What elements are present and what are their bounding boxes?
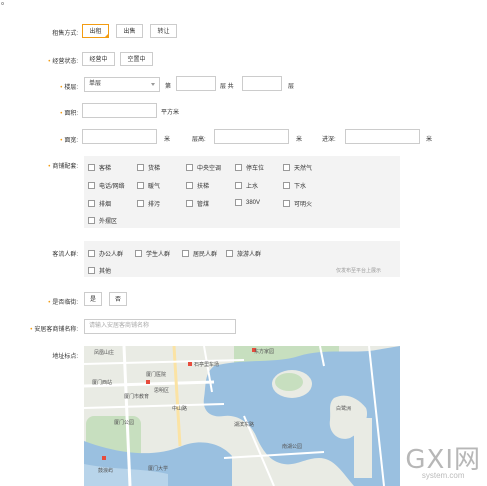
business-status-label: • 经营状态: bbox=[48, 59, 78, 65]
chevron-down-icon bbox=[151, 83, 155, 86]
customer-checkbox[interactable]: 旅游人群 bbox=[226, 249, 261, 258]
customers-hint: 仅发布至平台上展示 bbox=[336, 268, 382, 274]
facility-checkbox[interactable]: 暖气 bbox=[137, 181, 160, 190]
area-input[interactable] bbox=[82, 103, 157, 118]
map-label: 湖滨东路 bbox=[234, 421, 254, 428]
map-label: 思明区 bbox=[154, 388, 169, 394]
facility-checkbox[interactable]: 天然气 bbox=[283, 163, 312, 172]
status-vacant-button[interactable]: 空置中 bbox=[120, 52, 153, 66]
height-label: 层高: bbox=[192, 137, 206, 143]
shop-name-input[interactable]: 请输入安居客商铺名称 bbox=[84, 319, 236, 334]
map-label: 南湖公园 bbox=[282, 443, 302, 450]
floor-type-select[interactable]: 单层 bbox=[84, 77, 160, 92]
status-open-button[interactable]: 经营中 bbox=[82, 52, 115, 66]
street-label: • 是否临街: bbox=[48, 300, 78, 306]
facility-checkbox[interactable]: 中央空调 bbox=[186, 163, 221, 172]
depth-unit: 米 bbox=[426, 137, 433, 143]
map-label: 石亭里车场 bbox=[194, 361, 219, 368]
map-canvas[interactable]: 东方家园 石亭里车场 厦门西站 厦门医院 凤凰山庄 厦门市教育 思明区 厦门公园… bbox=[84, 346, 400, 486]
width-input[interactable] bbox=[82, 129, 157, 144]
floor-unit-text: 层 bbox=[288, 84, 295, 90]
street-no-button[interactable]: 否 bbox=[109, 292, 127, 306]
rent-option-rent-button[interactable]: 出租 bbox=[82, 24, 109, 38]
map-label: 厦门西站 bbox=[92, 379, 112, 386]
facility-checkbox[interactable]: 电话/网络 bbox=[88, 181, 125, 190]
map-label: 东方家园 bbox=[254, 348, 274, 355]
depth-label: 进深: bbox=[322, 137, 336, 143]
map-label: 厦门大学 bbox=[148, 465, 168, 472]
top-mark: 。 bbox=[1, 0, 9, 6]
map-label: 鼓浪屿 bbox=[98, 467, 113, 474]
map-label: 厦门医院 bbox=[146, 371, 166, 378]
floor-total-text: 层 共 bbox=[220, 84, 234, 90]
floor-total-input[interactable] bbox=[242, 76, 282, 91]
facility-checkbox[interactable]: 380V bbox=[235, 199, 260, 206]
width-unit: 米 bbox=[164, 137, 171, 143]
height-input[interactable] bbox=[214, 129, 289, 144]
customers-label: 客流人群: bbox=[52, 252, 78, 258]
watermark-logo: GXI网 system.com bbox=[405, 445, 481, 480]
facility-checkbox[interactable]: 管煤 bbox=[186, 199, 209, 208]
area-unit: 平方米 bbox=[161, 110, 180, 116]
facility-checkbox[interactable]: 排污 bbox=[137, 199, 160, 208]
customer-checkbox[interactable]: 其他 bbox=[88, 266, 111, 275]
facility-checkbox[interactable]: 客梯 bbox=[88, 163, 111, 172]
map-label: 厦门公园 bbox=[114, 419, 134, 426]
customer-checkbox[interactable]: 居民人群 bbox=[182, 249, 217, 258]
map-label: 中山路 bbox=[172, 405, 187, 412]
facilities-box: 客梯 货梯 中央空调 停车位 天然气 电话/网络 暖气 扶梯 上水 下水 排烟 … bbox=[84, 156, 400, 228]
facilities-label: • 商铺配套: bbox=[48, 164, 78, 170]
facility-checkbox[interactable]: 可明火 bbox=[283, 199, 312, 208]
map-label: 凤凰山庄 bbox=[94, 349, 114, 356]
height-unit: 米 bbox=[296, 137, 303, 143]
map-label: 白鹭洲 bbox=[336, 405, 351, 412]
street-yes-button[interactable]: 是 bbox=[84, 292, 102, 306]
facility-checkbox[interactable]: 外摆区 bbox=[88, 216, 117, 225]
rent-type-label: 租售方式: bbox=[52, 31, 78, 37]
facility-checkbox[interactable]: 扶梯 bbox=[186, 181, 209, 190]
floor-number-input[interactable] bbox=[176, 76, 216, 91]
customer-checkbox[interactable]: 办公人群 bbox=[88, 249, 123, 258]
customer-checkbox[interactable]: 学生人群 bbox=[135, 249, 170, 258]
facility-checkbox[interactable]: 下水 bbox=[283, 181, 306, 190]
floor-di-text: 第 bbox=[165, 84, 172, 90]
floor-label: • 楼层: bbox=[60, 85, 78, 91]
shop-name-label: • 安居客商铺名称: bbox=[30, 327, 78, 333]
rent-option-sale-button[interactable]: 出售 bbox=[116, 24, 143, 38]
location-map[interactable]: 东方家园 石亭里车场 厦门西站 厦门医院 凤凰山庄 厦门市教育 思明区 厦门公园… bbox=[84, 346, 400, 486]
map-label: 厦门市教育 bbox=[124, 393, 149, 400]
facility-checkbox[interactable]: 上水 bbox=[235, 181, 258, 190]
width-label: • 面宽: bbox=[60, 138, 78, 144]
depth-input[interactable] bbox=[345, 129, 420, 144]
facility-checkbox[interactable]: 停车位 bbox=[235, 163, 264, 172]
facility-checkbox[interactable]: 货梯 bbox=[137, 163, 160, 172]
facility-checkbox[interactable]: 排烟 bbox=[88, 199, 111, 208]
rent-option-transfer-button[interactable]: 转让 bbox=[150, 24, 177, 38]
area-label: • 面积: bbox=[60, 111, 78, 117]
location-label: 地址标点: bbox=[52, 354, 78, 360]
